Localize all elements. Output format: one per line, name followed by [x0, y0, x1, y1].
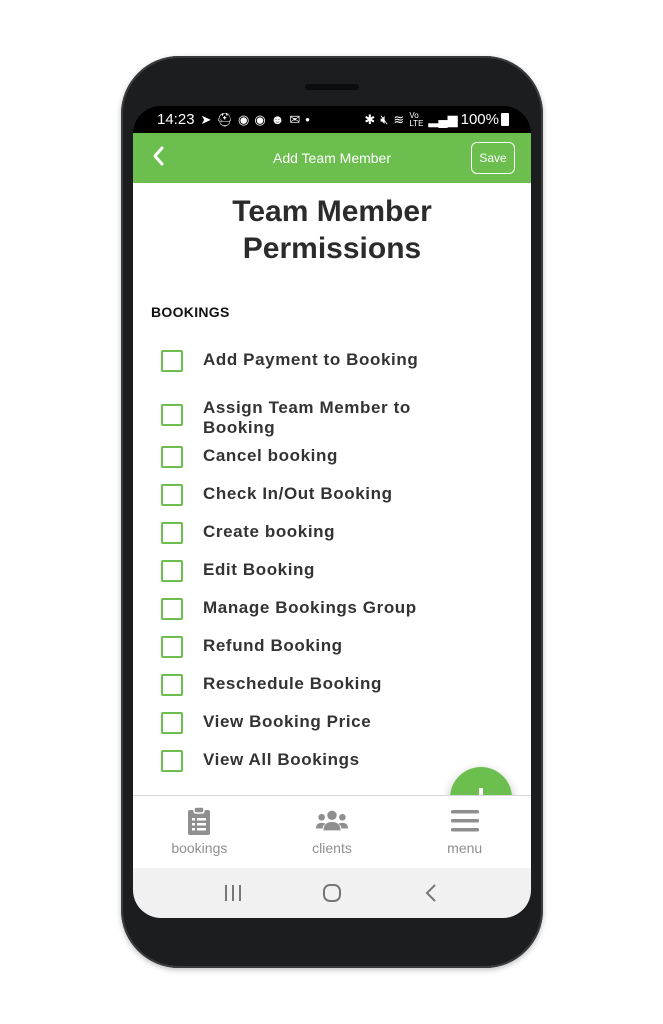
volte-icon: Vo LTE	[409, 110, 424, 128]
telegram-icon: ➤	[200, 111, 212, 127]
hamburger-menu-icon	[449, 806, 481, 836]
permission-item[interactable]: View Booking Price	[161, 712, 433, 734]
status-bar: 14:23 ➤ ⛑ ◉ ◉ ☻ ✉ • ✱ 🔇︎ ≋ Vo LTE ▂▄▆ 100…	[133, 106, 531, 133]
permission-item[interactable]: Refund Booking	[161, 636, 433, 658]
nav-item-clients[interactable]: clients	[266, 796, 399, 868]
page-title-line2: Permissions	[242, 232, 422, 265]
recent-apps-button[interactable]	[218, 878, 248, 908]
permission-item[interactable]: Check In/Out Booking	[161, 484, 433, 506]
permission-checkbox[interactable]	[161, 446, 183, 468]
save-button[interactable]: Save	[471, 142, 515, 174]
permission-checkbox[interactable]	[161, 350, 183, 372]
permission-checkbox[interactable]	[161, 750, 183, 772]
permission-checkbox[interactable]	[161, 674, 183, 696]
page-title-line1: Team Member	[232, 195, 432, 228]
permissions-content: Team Member Permissions BOOKINGS Add Pay…	[133, 183, 531, 829]
permission-checkbox[interactable]	[161, 522, 183, 544]
nav-label-clients: clients	[312, 840, 352, 856]
permission-item[interactable]: Cancel booking	[161, 446, 433, 468]
permission-label: Cancel booking	[203, 446, 338, 465]
section-title-bookings: BOOKINGS	[151, 304, 230, 320]
permission-item[interactable]: Add Payment to Booking	[161, 350, 433, 372]
permission-label: View Booking Price	[203, 712, 372, 731]
battery-icon	[501, 113, 509, 126]
mail-icon: ✉	[289, 111, 301, 127]
permission-label: Check In/Out Booking	[203, 484, 393, 503]
permission-checkbox[interactable]	[161, 598, 183, 620]
permission-checkbox[interactable]	[161, 560, 183, 582]
bottom-nav: bookings clients menu	[133, 795, 531, 868]
app-bar-title: Add Team Member	[272, 150, 391, 166]
smiley-icon: ☻	[270, 112, 285, 127]
permission-label: Create booking	[203, 522, 336, 541]
recent-apps-icon	[224, 885, 241, 901]
permission-label: Manage Bookings Group	[203, 598, 417, 617]
app-notification-icon: ⛑	[216, 111, 233, 127]
permission-item[interactable]: Manage Bookings Group	[161, 598, 433, 620]
system-back-button[interactable]	[416, 878, 446, 908]
app-bar: Add Team Member Save	[133, 133, 531, 183]
bluetooth-icon: ✱	[364, 111, 376, 127]
permission-label: Reschedule Booking	[203, 674, 382, 693]
nav-label-menu: menu	[447, 840, 483, 856]
phone-screen: 14:23 ➤ ⛑ ◉ ◉ ☻ ✉ • ✱ 🔇︎ ≋ Vo LTE ▂▄▆ 100…	[133, 106, 531, 918]
home-button[interactable]	[317, 878, 347, 908]
mute-icon: 🔇︎	[380, 111, 389, 127]
system-back-icon	[425, 884, 437, 902]
permission-label: Refund Booking	[203, 636, 343, 655]
permission-label: Add Payment to Booking	[203, 350, 419, 369]
wifi-icon: ≋	[393, 111, 405, 127]
permission-checkbox[interactable]	[161, 636, 183, 658]
system-status-icons: ✱ 🔇︎ ≋ Vo LTE ▂▄▆	[364, 110, 458, 128]
permission-item[interactable]: Assign Team Member to Booking	[161, 398, 433, 438]
chevron-left-icon	[153, 146, 164, 166]
nav-item-menu[interactable]: menu	[398, 796, 531, 868]
permission-checkbox[interactable]	[161, 404, 183, 426]
users-icon	[316, 806, 348, 836]
phone-frame: 14:23 ➤ ⛑ ◉ ◉ ☻ ✉ • ✱ 🔇︎ ≋ Vo LTE ▂▄▆ 100…	[121, 56, 543, 968]
permission-item[interactable]: Create booking	[161, 522, 433, 544]
permission-checkbox[interactable]	[161, 484, 183, 506]
messenger-icon: ◉	[237, 111, 250, 127]
nav-label-bookings: bookings	[171, 840, 228, 856]
back-button[interactable]	[151, 145, 175, 171]
notification-icons: ➤ ⛑ ◉ ◉ ☻ ✉ •	[201, 112, 310, 128]
battery-level: 100%	[460, 111, 499, 128]
phone-speaker	[305, 84, 359, 90]
permission-item[interactable]: View All Bookings	[161, 750, 433, 772]
signal-icon: ▂▄▆	[428, 111, 458, 127]
status-time: 14:23	[157, 111, 195, 128]
permission-label: Edit Booking	[203, 560, 316, 579]
system-navigation-bar	[133, 868, 531, 918]
permission-checkbox[interactable]	[161, 712, 183, 734]
page-title: Team Member Permissions	[133, 193, 531, 267]
nav-item-bookings[interactable]: bookings	[133, 796, 266, 868]
clipboard-icon	[183, 806, 215, 836]
home-icon	[322, 884, 341, 902]
permission-item[interactable]: Edit Booking	[161, 560, 433, 582]
permission-label: View All Bookings	[203, 750, 360, 769]
permission-item[interactable]: Reschedule Booking	[161, 674, 433, 696]
dot-icon: •	[305, 112, 310, 127]
messenger-icon-2: ◉	[254, 111, 266, 127]
permission-label: Assign Team Member to Booking	[203, 398, 411, 437]
